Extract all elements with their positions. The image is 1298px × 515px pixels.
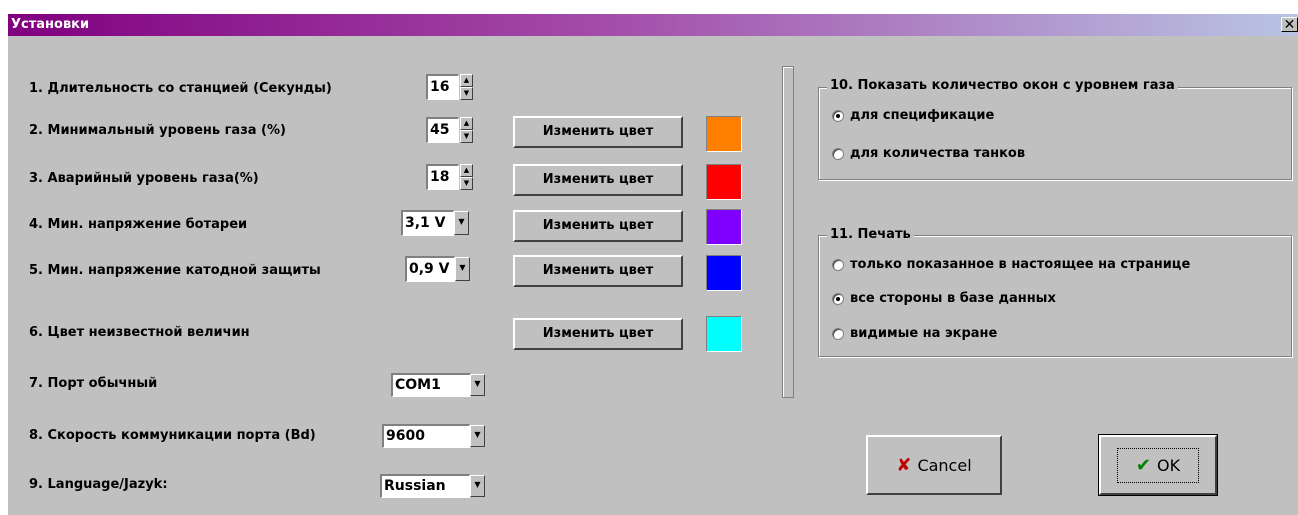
radio-label: для спецификацие [850,108,995,123]
radio-by-specification[interactable]: для спецификацие [832,108,994,123]
spin-up-icon[interactable]: ▲ [460,74,473,87]
checkmark-icon: ✔ [1135,454,1151,476]
radio-label: для количества танков [850,146,1026,161]
radio-label: видимые на экране [850,326,998,341]
radio-icon[interactable] [832,327,844,340]
baud-label: 8. Скорость коммуникации порта (Bd) [29,428,316,443]
radio-print-visible[interactable]: видимые на экране [832,326,997,341]
chevron-down-icon[interactable]: ▼ [470,425,485,447]
spin-down-icon[interactable]: ▼ [460,130,473,143]
close-button[interactable]: ✕ [1281,17,1298,32]
radio-label: все стороны в базе данных [850,291,1056,306]
radio-icon[interactable] [832,292,844,305]
window-count-group-title: 10. Показать количество окон с уровнем г… [827,78,1178,93]
alarm-gas-input[interactable]: 18 [426,164,459,190]
chevron-down-icon[interactable]: ▼ [454,211,469,235]
vertical-separator [782,66,794,398]
min-battery-label: 4. Мин. напряжение ботареи [29,217,248,232]
cancel-button-label: Cancel [917,455,972,475]
min-cathodic-label: 5. Мин. напряжение катодной защиты [29,263,321,278]
chevron-down-icon[interactable]: ▼ [470,374,485,396]
unknown-change-color-button[interactable]: Изменить цвет [513,318,683,350]
cancel-x-icon: ✘ [896,454,912,476]
min-gas-spinner[interactable]: ▲ ▼ [460,117,473,143]
ok-button-label: OK [1157,455,1181,475]
language-select[interactable]: Russian [380,474,470,498]
radio-print-current-page[interactable]: только показанное в настоящее на страниц… [832,257,1190,272]
min-gas-input[interactable]: 45 [426,117,459,143]
spin-down-icon[interactable]: ▼ [460,87,473,100]
spin-up-icon[interactable]: ▲ [460,164,473,177]
alarm-gas-label: 3. Аварийный уровень газа(%) [29,171,259,186]
unknown-color-label: 6. Цвет неизвестной величин [29,325,250,340]
radio-label: только показанное в настоящее на страниц… [850,257,1191,272]
min-gas-change-color-button[interactable]: Изменить цвет [513,116,683,148]
ok-button[interactable]: ✔ OK [1098,434,1218,496]
alarm-gas-color-swatch [706,164,742,200]
alarm-gas-spinner[interactable]: ▲ ▼ [460,164,473,190]
radio-icon[interactable] [832,147,844,160]
min-cathodic-select[interactable]: 0,9 V [405,256,455,282]
settings-window: Установки ✕ 1. Длительность со станцией … [8,14,1298,515]
min-battery-change-color-button[interactable]: Изменить цвет [513,210,683,242]
language-label: 9. Language/Jazyk: [29,477,168,492]
port-label: 7. Порт обычный [29,376,158,391]
radio-print-all-database[interactable]: все стороны в базе данных [832,291,1056,306]
min-gas-label: 2. Минимальный уровень газа (%) [29,123,286,138]
min-cathodic-color-swatch [706,255,742,291]
duration-spinner[interactable]: ▲ ▼ [460,74,473,100]
radio-icon[interactable] [832,258,844,271]
cancel-button[interactable]: ✘ Cancel [866,435,1002,495]
duration-label: 1. Длительность со станцией (Секунды) [29,81,332,96]
chevron-down-icon[interactable]: ▼ [455,257,470,281]
ok-focus-rect: ✔ OK [1116,447,1200,483]
alarm-gas-change-color-button[interactable]: Изменить цвет [513,164,683,196]
spin-down-icon[interactable]: ▼ [460,177,473,190]
min-battery-select[interactable]: 3,1 V [401,210,454,236]
min-cathodic-change-color-button[interactable]: Изменить цвет [513,255,683,287]
radio-icon[interactable] [832,109,844,122]
radio-by-tank-count[interactable]: для количества танков [832,146,1025,161]
unknown-color-swatch [706,316,742,352]
port-select[interactable]: COM1 [391,373,471,397]
chevron-down-icon[interactable]: ▼ [470,475,485,497]
window-count-group [818,87,1292,180]
print-group-title: 11. Печать [827,227,914,242]
min-gas-color-swatch [706,116,742,152]
title-bar[interactable]: Установки ✕ [8,14,1298,36]
min-battery-color-swatch [706,209,742,245]
spin-up-icon[interactable]: ▲ [460,117,473,130]
duration-input[interactable]: 16 [426,74,459,100]
baud-select[interactable]: 9600 [382,424,470,448]
window-title: Установки [11,17,90,32]
